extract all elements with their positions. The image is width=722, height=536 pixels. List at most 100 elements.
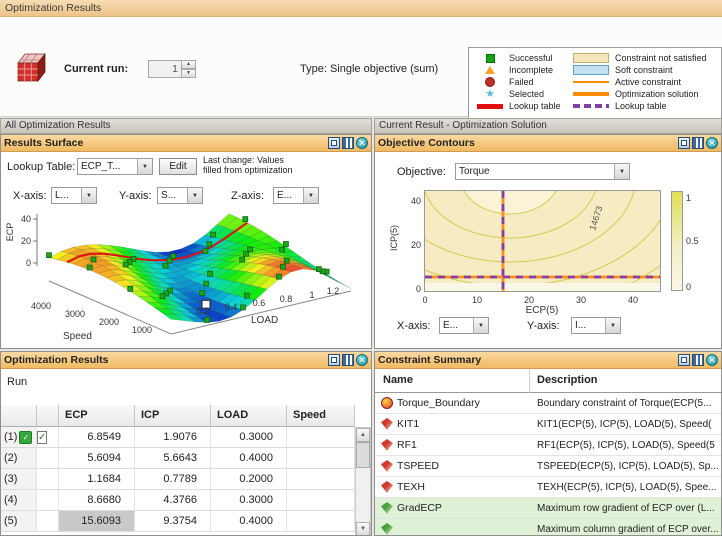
constraint-row[interactable]: Torque_Boundary Boundary constraint of T… <box>375 393 721 414</box>
spinner-down-icon[interactable]: ▼ <box>182 69 196 78</box>
contour-x-axis-title: ECP(5) <box>525 305 559 316</box>
legend-label: Lookup table <box>509 101 561 111</box>
x-axis-dropdown[interactable]: L... ▼ <box>51 187 97 204</box>
dropdown-arrow-icon[interactable]: ▼ <box>614 164 629 179</box>
row-id: (5) <box>4 515 18 527</box>
y-axis-dropdown[interactable]: S... ▼ <box>157 187 203 204</box>
load-cell[interactable]: 0.3000 <box>211 490 287 511</box>
z-tick: 40 <box>20 214 31 224</box>
y-axis-dropdown[interactable]: I... ▼ <box>571 317 621 334</box>
speed-cell[interactable] <box>287 427 355 448</box>
table-scrollbar[interactable]: ▲ ▼ <box>355 427 371 535</box>
dropdown-arrow-icon[interactable]: ▼ <box>187 188 202 203</box>
legend-label: Selected <box>509 89 545 99</box>
icp-cell[interactable]: 1.9076 <box>135 427 211 448</box>
current-run-value[interactable]: 1 <box>148 60 182 78</box>
legend-label: Constraint not satisfied <box>615 53 707 63</box>
tile-view-icon[interactable] <box>692 137 704 149</box>
dropdown-arrow-icon[interactable]: ▼ <box>605 318 620 333</box>
speed-cell[interactable] <box>287 448 355 469</box>
constraint-row[interactable]: Maximum column gradient of ECP over... <box>375 519 721 535</box>
tile-view-icon[interactable] <box>692 354 704 366</box>
load-cell[interactable]: 0.3000 <box>211 427 287 448</box>
row-id: (3) <box>4 473 18 485</box>
name-column-header: Name <box>383 374 413 386</box>
constraint-table-header: Name Description <box>375 369 721 393</box>
constraint-row[interactable]: TSPEED TSPEED(ECP(5), ICP(5), LOAD(5), S… <box>375 456 721 477</box>
dropdown-arrow-icon[interactable]: ▼ <box>81 188 96 203</box>
close-icon[interactable]: ✕ <box>356 354 368 366</box>
y-axis-label: Y-axis: <box>119 190 152 202</box>
ecp-cell[interactable]: 5.6094 <box>59 448 135 469</box>
maximize-icon[interactable] <box>328 137 340 149</box>
current-run-spinner[interactable]: 1 ▲ ▼ <box>148 60 196 78</box>
maximize-icon[interactable] <box>678 354 690 366</box>
table-row[interactable]: (1)✓ 6.8549 1.9076 0.3000 <box>1 427 355 448</box>
table-row[interactable]: (3) 1.1684 0.7789 0.2000 <box>1 469 355 490</box>
incomplete-marker-icon <box>485 66 495 74</box>
objective-dropdown[interactable]: Torque ▼ <box>455 163 630 180</box>
close-icon[interactable]: ✕ <box>706 354 718 366</box>
results-surface-plot[interactable] <box>1 206 372 349</box>
constraint-description: Maximum row gradient of ECP over (L... <box>537 503 715 514</box>
close-icon[interactable]: ✕ <box>356 137 368 149</box>
maximize-icon[interactable] <box>678 137 690 149</box>
edit-button[interactable]: Edit <box>159 158 197 175</box>
scroll-up-icon[interactable]: ▲ <box>356 428 370 442</box>
ecp-cell[interactable]: 1.1684 <box>59 469 135 490</box>
icp-cell[interactable]: 4.3766 <box>135 490 211 511</box>
results-table: ECP ICP LOAD Speed (1)✓ 6.8549 1.9076 0.… <box>1 405 355 532</box>
speed-tick: 1000 <box>131 325 153 335</box>
dropdown-arrow-icon[interactable]: ▼ <box>303 188 318 203</box>
z-axis-dropdown[interactable]: E... ▼ <box>273 187 319 204</box>
constraint-row[interactable]: TEXH TEXH(ECP(5), ICP(5), LOAD(5), Spee.… <box>375 477 721 498</box>
spinner-up-icon[interactable]: ▲ <box>182 60 196 69</box>
accept-checkbox[interactable] <box>37 431 48 444</box>
speed-cell[interactable] <box>287 490 355 511</box>
contour-x-tick: 30 <box>575 295 586 305</box>
window-title: Optimization Results <box>5 2 102 14</box>
table-row[interactable]: (5) 15.6093 9.3754 0.4000 <box>1 511 355 532</box>
maximize-icon[interactable] <box>328 354 340 366</box>
active-constraint-marker-icon <box>573 81 609 83</box>
dropdown-arrow-icon[interactable]: ▼ <box>137 159 152 174</box>
load-cell[interactable]: 0.2000 <box>211 469 287 490</box>
panel-title: Optimization Results <box>4 354 109 366</box>
constraint-description: TSPEED(ECP(5), ICP(5), LOAD(5), Sp... <box>537 461 719 472</box>
table-row[interactable]: (2) 5.6094 5.6643 0.4000 <box>1 448 355 469</box>
load-cell[interactable]: 0.4000 <box>211 511 287 532</box>
tile-view-icon[interactable] <box>342 354 354 366</box>
soft-constraint-marker-icon <box>573 65 609 75</box>
table-row[interactable]: (4) 8.6680 4.3766 0.3000 <box>1 490 355 511</box>
load-tick: 0.2 <box>196 306 210 316</box>
contour-x-tick: 20 <box>523 295 534 305</box>
ecp-cell[interactable]: 6.8549 <box>59 427 135 448</box>
dropdown-arrow-icon[interactable]: ▼ <box>473 318 488 333</box>
speed-cell[interactable] <box>287 511 355 532</box>
load-tick: 0.8 <box>279 294 293 304</box>
icp-cell[interactable]: 0.7789 <box>135 469 211 490</box>
constraint-row[interactable]: GradECP Maximum row gradient of ECP over… <box>375 498 721 519</box>
constraint-row[interactable]: KIT1 KIT1(ECP(5), ICP(5), LOAD(5), Speed… <box>375 414 721 435</box>
constraint-not-satisfied-marker-icon <box>573 53 609 63</box>
colorbar-tick: 0 <box>686 282 692 292</box>
constraint-row[interactable]: RF1 RF1(ECP(5), ICP(5), LOAD(5), Speed(5 <box>375 435 721 456</box>
boundary-constraint-icon <box>381 397 393 409</box>
x-axis-dropdown[interactable]: E... ▼ <box>439 317 489 334</box>
load-cell[interactable]: 0.4000 <box>211 448 287 469</box>
optimization-results-window: Optimization Results Current run: 1 ▲ ▼ … <box>0 0 722 536</box>
left-section-header: All Optimization Results <box>0 118 372 134</box>
lookup-table-dropdown[interactable]: ECP_T... ▼ <box>77 158 153 175</box>
scroll-down-icon[interactable]: ▼ <box>356 522 370 535</box>
tile-view-icon[interactable] <box>342 137 354 149</box>
ecp-cell[interactable]: 8.6680 <box>59 490 135 511</box>
close-icon[interactable]: ✕ <box>706 137 718 149</box>
icp-cell[interactable]: 9.3754 <box>135 511 211 532</box>
objective-contour-plot[interactable]: 14673 <box>424 190 661 292</box>
icp-cell[interactable]: 5.6643 <box>135 448 211 469</box>
constraint-description: RF1(ECP(5), ICP(5), LOAD(5), Speed(5 <box>537 440 715 451</box>
scrollbar-thumb[interactable] <box>356 442 370 468</box>
ecp-cell[interactable]: 15.6093 <box>59 511 135 532</box>
legend-label: Incomplete <box>509 65 554 75</box>
speed-cell[interactable] <box>287 469 355 490</box>
